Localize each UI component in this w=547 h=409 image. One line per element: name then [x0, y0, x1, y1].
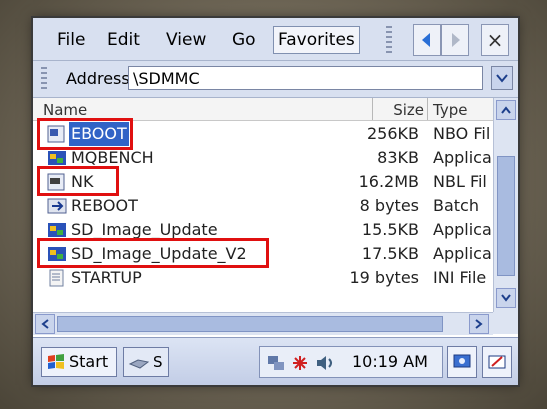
network-icon[interactable]	[266, 353, 288, 373]
vertical-scroll-thumb[interactable]	[497, 156, 515, 276]
system-tray: 10:19 AM	[259, 346, 443, 378]
back-button[interactable]	[413, 24, 441, 56]
column-divider[interactable]	[372, 98, 373, 120]
input-panel-button[interactable]	[482, 346, 512, 378]
taskbar: Start S 10:19 AM	[33, 337, 518, 385]
file-size: 15.5KB	[361, 220, 419, 239]
address-bar: Address \SDMMC	[33, 61, 518, 98]
column-header-size[interactable]: Size	[380, 100, 424, 120]
speaker-icon[interactable]	[314, 353, 336, 373]
column-divider[interactable]	[427, 98, 428, 120]
chevron-down-icon	[496, 74, 508, 83]
file-list: Name Size Type EBOOT 256KB NBO Fil MQBEN…	[33, 98, 493, 300]
taskbar-explorer-label: S	[153, 353, 163, 371]
application-icon	[48, 151, 66, 165]
chevron-down-icon	[501, 294, 511, 302]
file-size: 8 bytes	[359, 196, 419, 215]
highlight-box-sd-image-update-v2	[37, 238, 269, 268]
file-type: INI File	[433, 268, 487, 287]
file-type: Applica	[433, 148, 491, 167]
resize-grip[interactable]	[493, 312, 518, 334]
forward-button[interactable]	[441, 24, 469, 56]
menu-favorites[interactable]: Favorites	[273, 26, 360, 54]
address-label: Address	[66, 69, 130, 88]
highlight-box-eboot	[37, 118, 133, 150]
file-row-startup[interactable]: STARTUP 19 bytes INI File	[33, 266, 493, 290]
file-type: Batch	[433, 196, 479, 215]
menu-edit[interactable]: Edit	[103, 27, 144, 53]
start-label: Start	[69, 352, 109, 371]
batch-file-icon	[47, 198, 67, 214]
scroll-down-button[interactable]	[496, 288, 516, 308]
horizontal-scrollbar[interactable]	[33, 312, 493, 335]
vertical-scrollbar[interactable]	[493, 98, 518, 312]
desktop-icon	[453, 354, 471, 368]
back-arrow-icon	[422, 33, 430, 47]
address-grip	[41, 67, 47, 91]
address-input[interactable]: \SDMMC	[128, 66, 483, 90]
menu-view[interactable]: View	[162, 27, 210, 53]
scroll-right-button[interactable]	[469, 314, 489, 334]
file-name: STARTUP	[71, 268, 142, 287]
connectivity-icon[interactable]	[290, 353, 310, 373]
pen-input-icon	[488, 355, 506, 369]
file-size: 19 bytes	[349, 268, 419, 287]
menu-go[interactable]: Go	[228, 27, 260, 53]
clock[interactable]: 10:19 AM	[352, 352, 428, 371]
application-icon	[48, 223, 66, 237]
file-row-reboot[interactable]: REBOOT 8 bytes Batch	[33, 194, 493, 218]
highlight-box-nk	[37, 166, 119, 196]
scroll-left-button[interactable]	[35, 314, 55, 334]
file-size: 256KB	[366, 124, 419, 143]
file-size: 83KB	[377, 148, 419, 167]
scroll-up-button[interactable]	[496, 100, 516, 120]
explorer-icon	[128, 359, 150, 369]
windows-flag-icon	[48, 354, 64, 369]
file-type: Applica	[433, 220, 491, 239]
chevron-left-icon	[41, 319, 49, 329]
horizontal-scroll-thumb[interactable]	[57, 316, 443, 332]
device-screen: File Edit View Go Favorites × Address \S…	[33, 18, 518, 385]
desktop-button[interactable]	[447, 346, 477, 378]
file-type: Applica	[433, 244, 491, 263]
file-type: NBL Fil	[433, 172, 487, 191]
close-button[interactable]: ×	[481, 24, 509, 56]
taskbar-explorer-button[interactable]: S	[123, 347, 169, 377]
ini-file-icon	[49, 269, 64, 287]
file-size: 16.2MB	[358, 172, 419, 191]
file-name: REBOOT	[71, 196, 138, 215]
address-dropdown-button[interactable]	[491, 66, 513, 90]
menu-bar: File Edit View Go Favorites ×	[33, 18, 518, 61]
forward-arrow-icon	[452, 33, 460, 47]
chevron-up-icon	[501, 106, 511, 114]
file-type: NBO Fil	[433, 124, 491, 143]
start-button[interactable]: Start	[41, 347, 117, 377]
file-size: 17.5KB	[361, 244, 419, 263]
menu-file[interactable]: File	[53, 27, 89, 53]
column-header-name[interactable]: Name	[43, 100, 87, 120]
chevron-right-icon	[475, 319, 483, 329]
toolbar-grip[interactable]	[386, 26, 392, 54]
column-header-type[interactable]: Type	[433, 100, 467, 120]
